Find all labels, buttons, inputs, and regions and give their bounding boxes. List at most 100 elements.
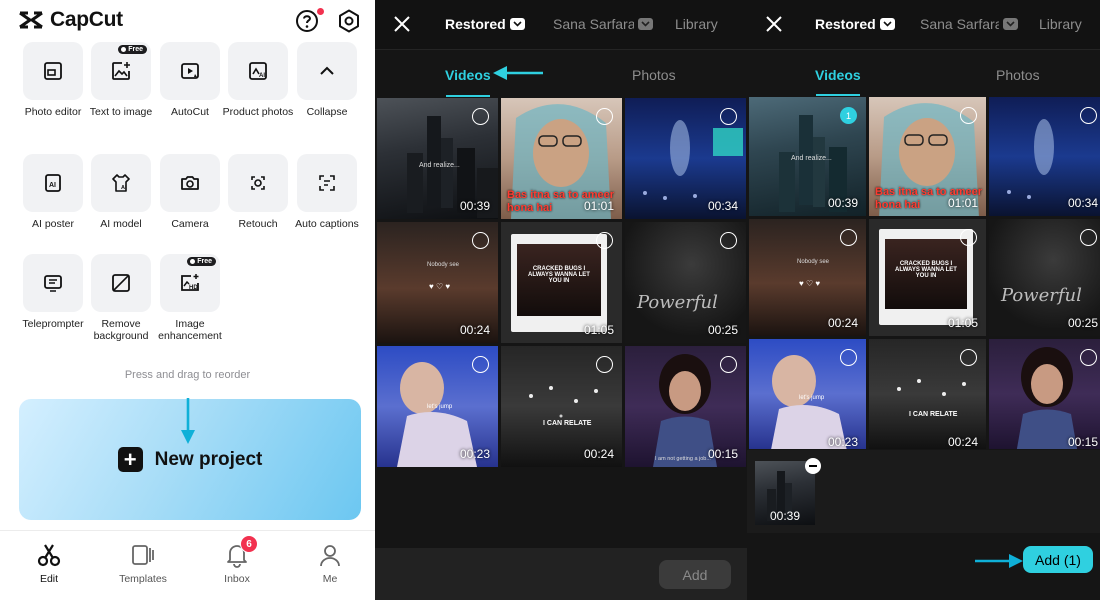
tool-auto-captions[interactable]: Auto captions bbox=[295, 154, 359, 230]
video-thumb[interactable]: Bas itna sa to ameer hona hai 01:01 bbox=[501, 98, 622, 219]
picker-header: Restored Sana Sarfaraz Library bbox=[747, 0, 1100, 50]
nav-inbox[interactable]: 6 Inbox bbox=[202, 535, 272, 585]
tool-ai-poster[interactable]: AI AI poster bbox=[23, 154, 83, 230]
close-icon[interactable] bbox=[763, 13, 785, 35]
video-thumb-selected[interactable]: And realize... 1 00:39 bbox=[749, 97, 866, 216]
tool-remove-background[interactable]: Remove background bbox=[91, 254, 151, 342]
select-circle[interactable] bbox=[472, 108, 489, 125]
video-thumb[interactable]: 00:34 bbox=[989, 97, 1100, 216]
select-circle[interactable] bbox=[596, 356, 613, 373]
tool-label: Collapse bbox=[306, 106, 348, 118]
video-thumb[interactable]: I CAN RELATE 00:24 bbox=[501, 346, 622, 467]
nav-me[interactable]: Me bbox=[295, 541, 365, 585]
tab-photos[interactable]: Photos bbox=[632, 67, 676, 83]
video-duration: 01:01 bbox=[947, 196, 978, 210]
select-circle[interactable] bbox=[1080, 229, 1097, 246]
select-circle[interactable] bbox=[720, 108, 737, 125]
album-tab-restored[interactable]: Restored bbox=[445, 16, 525, 32]
video-thumb[interactable]: And realize... 00:39 bbox=[377, 98, 498, 219]
select-circle[interactable] bbox=[960, 229, 977, 246]
video-thumb[interactable]: let's jump 00:23 bbox=[377, 346, 498, 467]
album-tab-sana[interactable]: Sana Sarfaraz bbox=[920, 16, 1018, 32]
add-button[interactable]: Add bbox=[659, 560, 731, 589]
auto-captions-icon bbox=[319, 175, 335, 191]
tool-ai-model[interactable]: AI AI model bbox=[91, 154, 151, 230]
video-thumb[interactable]: Powerful 00:25 bbox=[989, 219, 1100, 336]
free-badge: Free bbox=[118, 45, 147, 54]
video-overlay-text: I am not getting a job... bbox=[655, 456, 711, 462]
tool-box bbox=[228, 154, 288, 212]
chevron-down-icon bbox=[1003, 18, 1018, 30]
chevron-up-icon bbox=[320, 66, 334, 75]
select-circle[interactable] bbox=[720, 232, 737, 249]
select-circle[interactable] bbox=[596, 232, 613, 249]
svg-text:AI: AI bbox=[259, 73, 265, 79]
settings-icon[interactable] bbox=[337, 9, 361, 33]
select-circle[interactable] bbox=[720, 356, 737, 373]
select-circle[interactable] bbox=[960, 349, 977, 366]
add-selected-button[interactable]: Add (1) bbox=[1023, 546, 1093, 573]
tab-photos[interactable]: Photos bbox=[996, 67, 1040, 83]
picker-header: Restored Sana Sarfaraz Library bbox=[375, 0, 747, 50]
tool-photo-editor[interactable]: Photo editor bbox=[23, 42, 83, 118]
chevron-down-icon bbox=[638, 18, 653, 30]
video-duration: 00:34 bbox=[707, 199, 738, 213]
tab-videos[interactable]: Videos bbox=[815, 67, 861, 83]
tool-collapse[interactable]: Collapse bbox=[297, 42, 357, 118]
user-icon bbox=[320, 545, 340, 567]
tool-product-photos[interactable]: AI Product photos bbox=[223, 42, 293, 118]
video-thumb[interactable]: Nobody see ♥ ♡ ♥ 00:24 bbox=[377, 222, 498, 343]
video-overlay-text: let's jump bbox=[427, 404, 453, 410]
video-duration: 00:24 bbox=[827, 316, 858, 330]
home-header: CapCut bbox=[0, 0, 375, 40]
album-tab-library[interactable]: Library bbox=[675, 16, 718, 32]
tool-box: Free HD bbox=[160, 254, 220, 312]
select-circle[interactable] bbox=[960, 107, 977, 124]
media-picker-selected-screen: Restored Sana Sarfaraz Library Videos Ph… bbox=[747, 0, 1100, 600]
video-thumb[interactable]: 00:34 bbox=[625, 98, 746, 219]
nav-label: Me bbox=[322, 573, 338, 585]
select-circle[interactable] bbox=[840, 229, 857, 246]
video-thumb[interactable]: let's jump 00:23 bbox=[749, 339, 866, 449]
video-thumb[interactable]: CRACKED BUGS I ALWAYS WANNA LET YOU IN 0… bbox=[869, 219, 986, 336]
tool-teleprompter[interactable]: Teleprompter bbox=[22, 254, 84, 330]
tool-retouch[interactable]: Retouch bbox=[228, 154, 288, 230]
nav-label: Inbox bbox=[224, 573, 250, 585]
tab-videos[interactable]: Videos bbox=[445, 67, 491, 83]
video-thumb[interactable]: 00:15 bbox=[989, 339, 1100, 449]
select-circle[interactable] bbox=[596, 108, 613, 125]
product-photos-icon: AI bbox=[249, 62, 267, 80]
tool-image-enhancement[interactable]: Free HD Image enhancement bbox=[158, 254, 222, 342]
hd-image-icon: HD bbox=[181, 274, 199, 291]
nav-edit[interactable]: Edit bbox=[14, 541, 84, 585]
video-duration: 00:25 bbox=[1067, 316, 1098, 330]
video-thumb[interactable]: CRACKED BUGS I ALWAYS WANNA LET YOU IN 0… bbox=[501, 222, 622, 343]
tool-text-to-image[interactable]: Free Text to image bbox=[90, 42, 152, 118]
select-circle[interactable] bbox=[840, 349, 857, 366]
video-overlay-text: I CAN RELATE bbox=[909, 411, 958, 418]
remove-clip-icon[interactable] bbox=[805, 458, 821, 474]
tool-autocut[interactable]: AutoCut bbox=[160, 42, 220, 118]
select-circle[interactable] bbox=[472, 232, 489, 249]
nav-label: Templates bbox=[119, 573, 167, 585]
video-thumb[interactable]: I CAN RELATE 00:24 bbox=[869, 339, 986, 449]
bottom-navigation: Edit Templates 6 Inbox Me bbox=[0, 530, 375, 600]
album-tab-sana[interactable]: Sana Sarfaraz bbox=[553, 16, 653, 32]
close-icon[interactable] bbox=[391, 13, 413, 35]
video-thumb[interactable]: I am not getting a job... 00:15 bbox=[625, 346, 746, 467]
select-circle[interactable] bbox=[1080, 107, 1097, 124]
app-name: CapCut bbox=[50, 8, 123, 31]
nav-templates[interactable]: Templates bbox=[108, 541, 178, 585]
tool-camera[interactable]: Camera bbox=[160, 154, 220, 230]
camera-icon bbox=[181, 176, 199, 190]
album-tab-restored[interactable]: Restored bbox=[815, 16, 895, 32]
help-icon[interactable] bbox=[295, 9, 319, 33]
album-tab-library[interactable]: Library bbox=[1039, 16, 1082, 32]
select-circle[interactable] bbox=[472, 356, 489, 373]
video-thumb[interactable]: Nobody see ♥ ♡ ♥ 00:24 bbox=[749, 219, 866, 336]
selection-number-badge[interactable]: 1 bbox=[840, 107, 857, 124]
tool-box bbox=[23, 254, 83, 312]
video-thumb[interactable]: Powerful 00:25 bbox=[625, 222, 746, 343]
video-thumb[interactable]: Bas itna sa to ameer hona hai 01:01 bbox=[869, 97, 986, 216]
select-circle[interactable] bbox=[1080, 349, 1097, 366]
